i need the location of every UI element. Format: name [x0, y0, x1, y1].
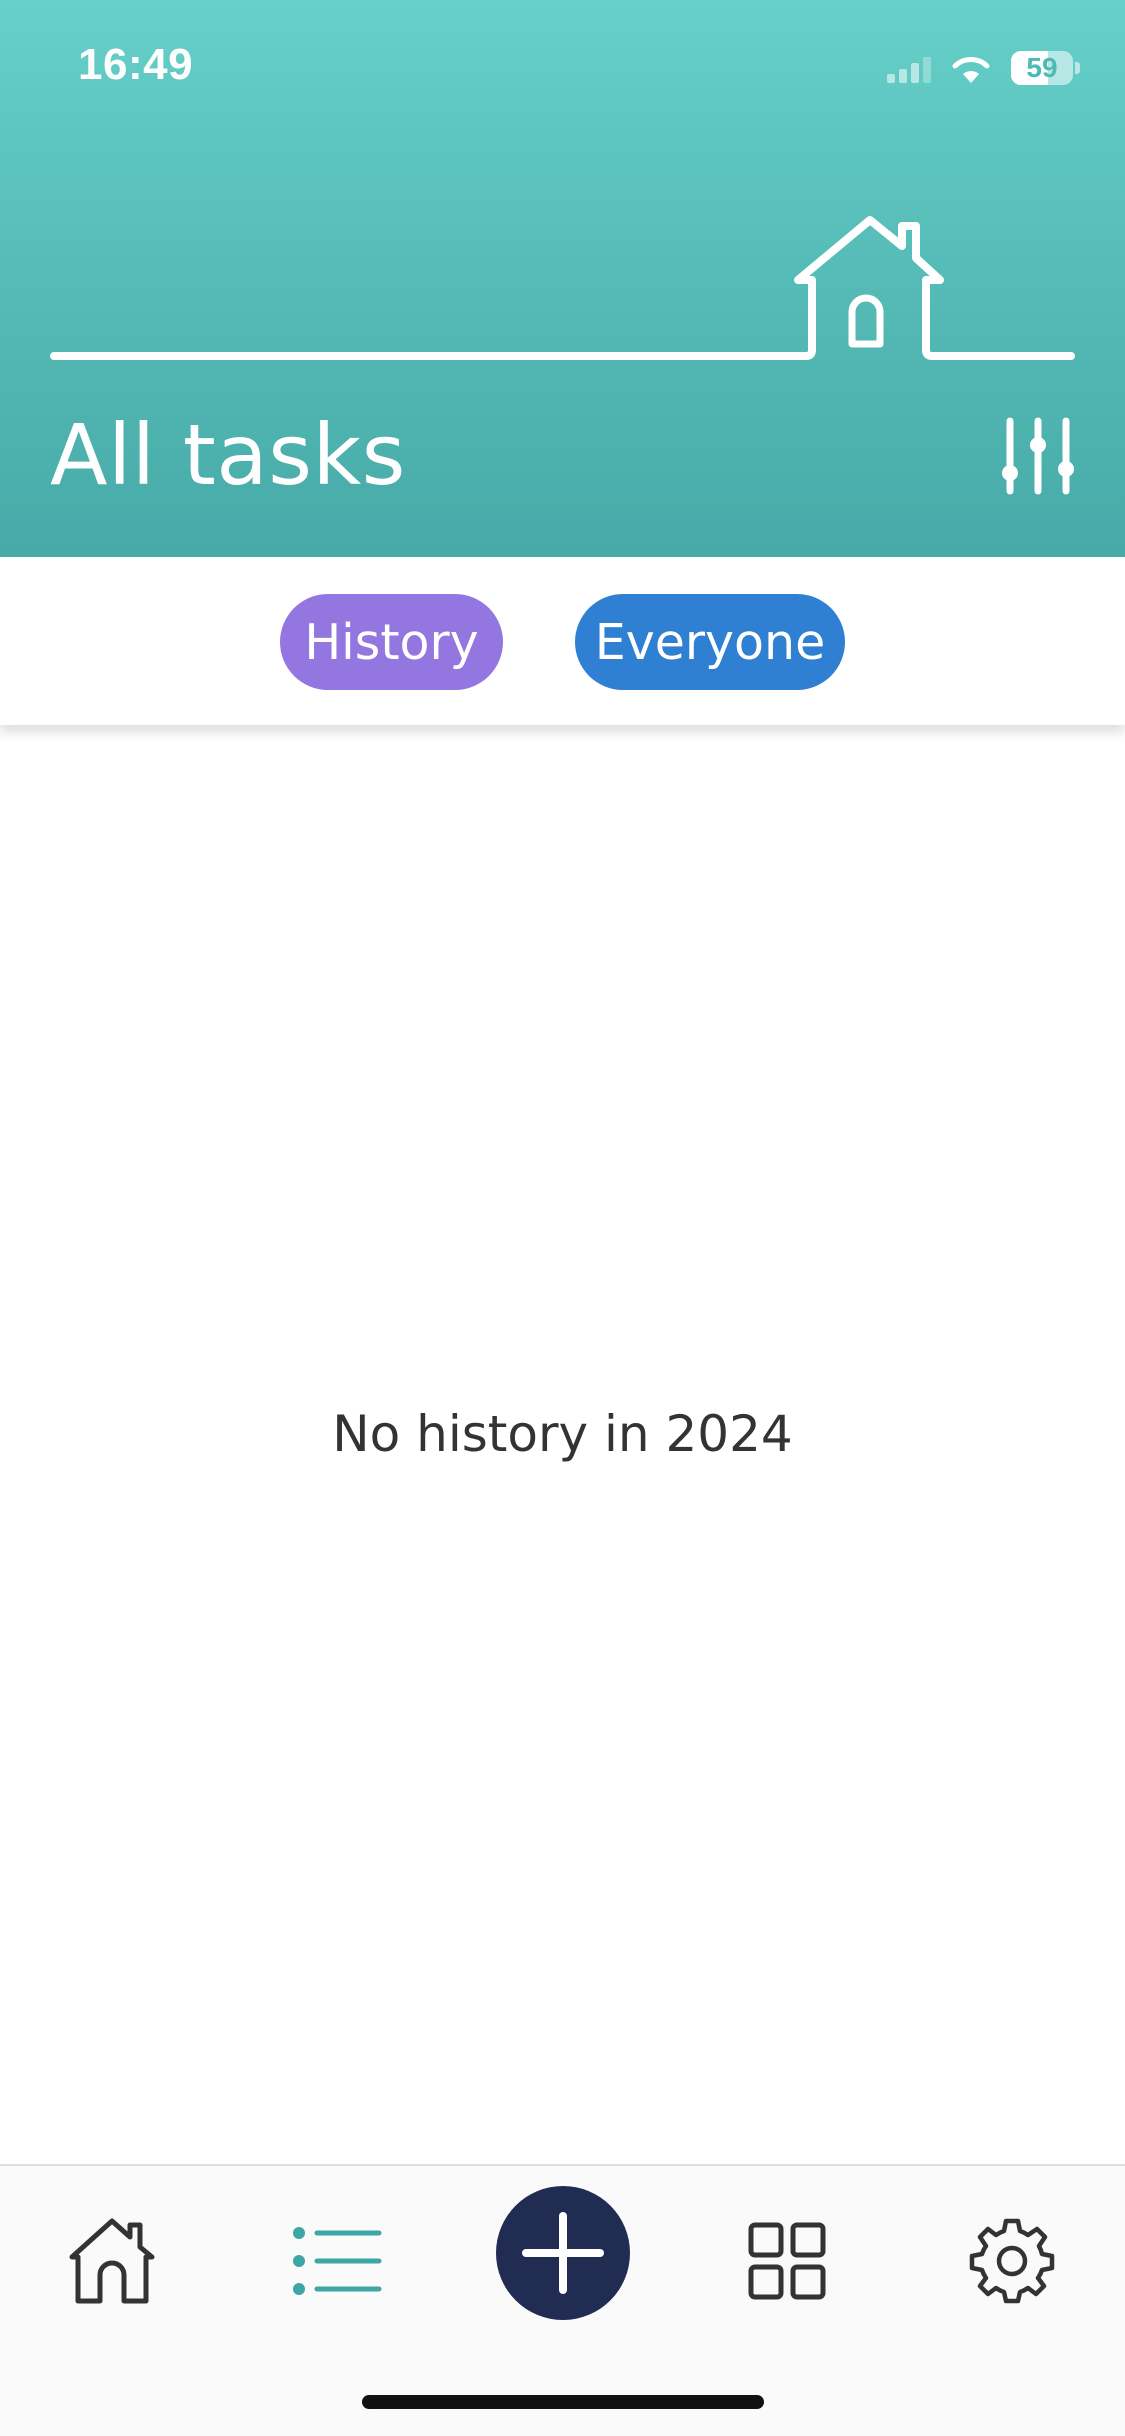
battery-percent: 59	[1026, 52, 1058, 83]
status-time: 16:49	[78, 40, 194, 89]
tab-home[interactable]	[57, 2206, 167, 2316]
sliders-icon	[1002, 417, 1074, 495]
history-filter-chip[interactable]: History	[280, 594, 503, 690]
battery-icon: 59	[1011, 51, 1073, 85]
tab-settings[interactable]	[957, 2206, 1067, 2316]
add-task-button[interactable]	[496, 2186, 630, 2320]
empty-state-message: No history in 2024	[332, 1405, 793, 1463]
home-indicator[interactable]	[362, 2395, 764, 2409]
tab-grid[interactable]	[732, 2206, 842, 2316]
filter-bar: History Everyone	[0, 557, 1125, 725]
house-outline-icon	[50, 216, 1075, 360]
grid-icon	[748, 2222, 826, 2300]
page-title: All tasks	[50, 406, 406, 504]
plus-icon	[522, 2212, 604, 2294]
gear-icon	[969, 2218, 1055, 2304]
wifi-icon	[952, 57, 990, 83]
list-icon	[293, 2227, 382, 2295]
home-icon	[69, 2218, 155, 2304]
tab-tasks-list[interactable]	[282, 2206, 392, 2316]
header: 16:49 59 All tasks	[0, 0, 1125, 557]
everyone-filter-chip[interactable]: Everyone	[575, 594, 845, 690]
status-indicators: 59	[887, 48, 1080, 88]
filter-settings-button[interactable]	[995, 415, 1081, 501]
screen: 16:49 59 All tasks History Everyone No h…	[0, 0, 1125, 2436]
cellular-signal-icon	[887, 53, 931, 83]
battery-nub	[1075, 62, 1080, 74]
